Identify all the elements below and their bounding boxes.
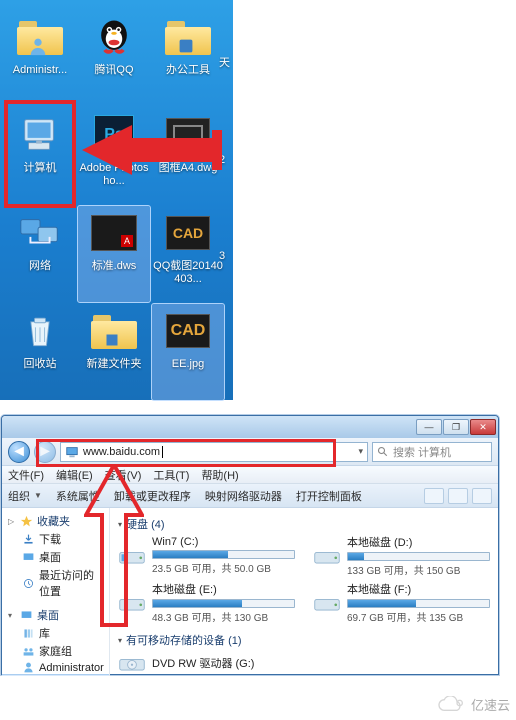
- nav-toolbar: ◄ ► www.baidu.com ▾ 搜索 计算机: [2, 438, 498, 466]
- dvd-icon: [118, 652, 146, 674]
- explorer-window: — ❐ ✕ ◄ ► www.baidu.com ▾ 搜索 计算机 文件(F) 编…: [1, 415, 499, 675]
- icon-label: EE.jpg: [152, 358, 224, 371]
- icon-label: Adobe Photosho...: [78, 162, 150, 188]
- desktop-icon-dwg-file[interactable]: 图框A4.dwg: [152, 108, 224, 204]
- address-dropdown-icon[interactable]: ▾: [358, 446, 363, 457]
- cmd-uninstall[interactable]: 卸载或更改程序: [114, 488, 191, 504]
- nav-downloads[interactable]: 下载: [2, 530, 109, 548]
- cad-icon: CAD: [166, 314, 210, 348]
- nav-desktop-fav[interactable]: 桌面: [2, 548, 109, 566]
- favorites-header[interactable]: ▷收藏夹: [2, 512, 109, 530]
- icon-label: Administr...: [4, 64, 76, 77]
- desktop-icon-qq-screenshot[interactable]: CAD QQ截图20140403...: [152, 206, 224, 302]
- recent-icon: [22, 577, 35, 590]
- icon-label: 图框A4.dwg: [152, 162, 224, 175]
- drive-icon: [313, 545, 341, 567]
- group-header-removable[interactable]: ▾有可移动存储的设备 (1): [118, 628, 490, 650]
- forward-button[interactable]: ►: [34, 441, 56, 463]
- command-bar: 组织 ▼ 系统属性 卸载或更改程序 映射网络驱动器 打开控制面板: [2, 484, 498, 508]
- desktop-icon-dws-file[interactable]: 标准.dws: [78, 206, 150, 302]
- drive-icon: [118, 545, 146, 567]
- menu-view[interactable]: 查看(V): [105, 467, 142, 483]
- watermark: 亿速云: [435, 695, 510, 714]
- menu-tools[interactable]: 工具(T): [153, 467, 189, 483]
- icon-label: 计算机: [4, 162, 76, 175]
- minimize-button[interactable]: —: [416, 419, 442, 435]
- search-icon: [377, 446, 389, 458]
- content-pane: ▾硬盘 (4) Win7 (C:)23.5 GB 可用，共 50.0 GB 本地…: [110, 508, 498, 676]
- view-mode-button[interactable]: [424, 488, 444, 504]
- desktop-icon-office-tools[interactable]: 办公工具: [152, 10, 224, 106]
- user-icon: [22, 661, 35, 674]
- close-button[interactable]: ✕: [470, 419, 496, 435]
- icon-label: 标准.dws: [78, 260, 150, 273]
- drive-f[interactable]: 本地磁盘 (F:)69.7 GB 可用，共 135 GB: [313, 581, 490, 624]
- menu-file[interactable]: 文件(F): [8, 467, 44, 483]
- desktop-group-header[interactable]: ▾桌面: [2, 606, 109, 624]
- desktop-icon: [20, 609, 33, 622]
- search-box[interactable]: 搜索 计算机: [372, 442, 492, 462]
- ps-icon: Ps: [94, 115, 134, 155]
- nav-administrator[interactable]: Administrator: [2, 660, 109, 675]
- dwg-icon: [166, 118, 210, 152]
- help-button[interactable]: [472, 488, 492, 504]
- desktop-icon-recycle-bin[interactable]: 回收站: [4, 304, 76, 400]
- address-bar[interactable]: www.baidu.com ▾: [60, 442, 368, 462]
- homegroup-icon: [22, 645, 35, 658]
- download-icon: [22, 533, 35, 546]
- desktop-icon: [22, 551, 35, 564]
- icon-label: QQ截图20140403...: [152, 260, 224, 286]
- desktop: Administr... 腾讯QQ 办公工具 计算机 Ps Adobe Phot…: [0, 0, 233, 400]
- desktop-icon-qq[interactable]: 腾讯QQ: [78, 10, 150, 106]
- icon-label: 腾讯QQ: [78, 64, 150, 77]
- icon-label: 回收站: [4, 358, 76, 371]
- drive-c[interactable]: Win7 (C:)23.5 GB 可用，共 50.0 GB: [118, 534, 295, 577]
- back-button[interactable]: ◄: [8, 441, 30, 463]
- menu-help[interactable]: 帮助(H): [201, 467, 238, 483]
- desktop-icon-new-folder[interactable]: 新建文件夹: [78, 304, 150, 400]
- desktop-icon-computer[interactable]: 计算机: [4, 108, 76, 204]
- icon-label: 网络: [4, 260, 76, 273]
- desktop-edge-hints: 天 2 3: [219, 0, 233, 400]
- icon-label: 新建文件夹: [78, 358, 150, 371]
- drive-e[interactable]: 本地磁盘 (E:)48.3 GB 可用，共 130 GB: [118, 581, 295, 624]
- cloud-icon: [435, 696, 467, 714]
- desktop-icon-photoshop[interactable]: Ps Adobe Photosho...: [78, 108, 150, 204]
- menu-edit[interactable]: 编辑(E): [56, 467, 93, 483]
- drive-icon: [313, 592, 341, 614]
- text-cursor: [162, 446, 163, 458]
- titlebar[interactable]: — ❐ ✕: [2, 416, 498, 438]
- drive-icon: [118, 592, 146, 614]
- desktop-icon-ee-jpg[interactable]: CAD EE.jpg: [152, 304, 224, 400]
- cmd-map-drive[interactable]: 映射网络驱动器: [205, 488, 282, 504]
- search-placeholder: 搜索 计算机: [393, 444, 451, 460]
- menubar: 文件(F) 编辑(E) 查看(V) 工具(T) 帮助(H): [2, 466, 498, 484]
- dws-icon: [91, 215, 137, 251]
- navigation-pane: ▷收藏夹 下载 桌面 最近访问的位置 ▾桌面 库 家庭组 Administrat…: [2, 508, 110, 676]
- cmd-control-panel[interactable]: 打开控制面板: [296, 488, 362, 504]
- address-value: www.baidu.com: [83, 446, 160, 458]
- computer-icon: [65, 445, 79, 459]
- drive-dvd[interactable]: DVD RW 驱动器 (G:): [118, 652, 490, 674]
- organize-button[interactable]: 组织: [8, 488, 30, 504]
- desktop-icon-administrator-folder[interactable]: Administr...: [4, 10, 76, 106]
- nav-homegroup[interactable]: 家庭组: [2, 642, 109, 660]
- nav-libraries[interactable]: 库: [2, 624, 109, 642]
- chevron-down-icon[interactable]: ▼: [34, 491, 42, 500]
- desktop-icon-network[interactable]: 网络: [4, 206, 76, 302]
- cad-icon: CAD: [166, 216, 210, 250]
- icon-label: 办公工具: [152, 64, 224, 77]
- cmd-system-props[interactable]: 系统属性: [56, 488, 100, 504]
- star-icon: [20, 515, 33, 528]
- library-icon: [22, 627, 35, 640]
- group-header-hdd[interactable]: ▾硬盘 (4): [118, 512, 490, 534]
- drive-d[interactable]: 本地磁盘 (D:)133 GB 可用，共 150 GB: [313, 534, 490, 577]
- maximize-button[interactable]: ❐: [443, 419, 469, 435]
- nav-computer[interactable]: ▸计算机: [2, 675, 109, 676]
- preview-pane-button[interactable]: [448, 488, 468, 504]
- nav-recent[interactable]: 最近访问的位置: [2, 566, 109, 600]
